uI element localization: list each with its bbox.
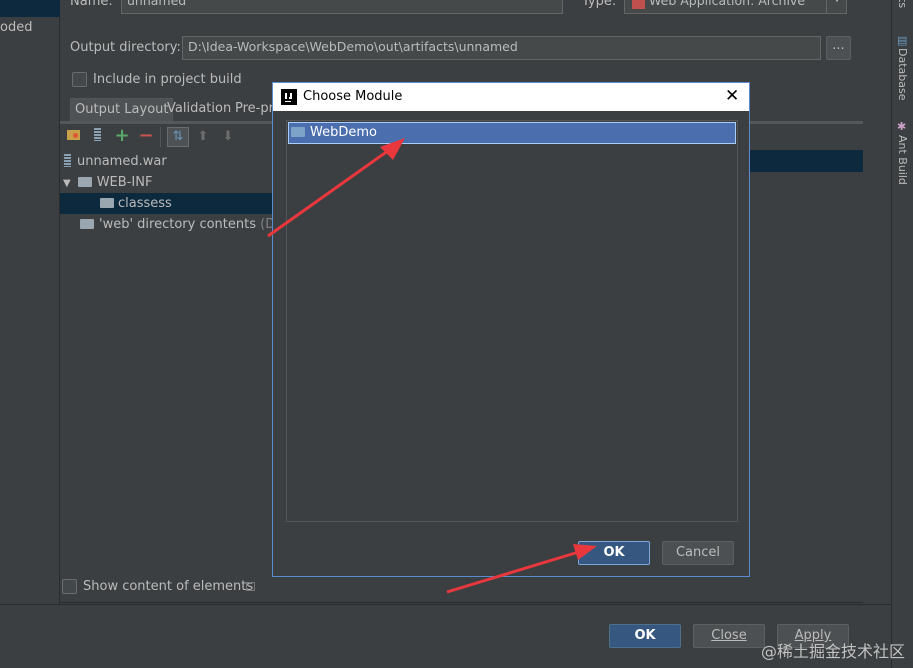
tree-item-label: WEB-INF	[96, 175, 153, 190]
tree-item-web-inf[interactable]: ▼ WEB-INF	[63, 172, 152, 193]
include-build-checkbox[interactable]	[72, 72, 87, 87]
module-label: WebDemo	[310, 125, 377, 140]
ant-build-tool-button[interactable]: Ant Build	[896, 135, 909, 185]
move-up-icon[interactable]: ⬆	[194, 128, 212, 146]
tab-validation[interactable]: Validation	[163, 98, 235, 122]
add-icon[interactable]: +	[113, 127, 131, 145]
tree-item-classes[interactable]: classess	[60, 193, 272, 214]
type-select-value: Web Application: Archive	[649, 0, 806, 8]
output-dir-field[interactable]: D:\Idea-Workspace\WebDemo\out\artifacts\…	[182, 36, 821, 60]
browse-button[interactable]: ...	[826, 36, 851, 60]
toolbar-separator	[160, 127, 161, 147]
archive-icon	[64, 154, 71, 167]
dialog-ok-button[interactable]: OK	[578, 541, 650, 565]
tab-output-layout[interactable]: Output Layout	[70, 98, 174, 122]
ant-icon: ✱	[897, 120, 907, 133]
folder-icon	[100, 198, 114, 208]
new-folder-icon[interactable]	[64, 128, 82, 146]
move-down-icon[interactable]: ⬇	[219, 128, 237, 146]
show-content-label: Show content of elements	[83, 579, 254, 594]
tree-item-label: classess	[118, 196, 172, 211]
web-archive-icon	[632, 0, 645, 9]
intellij-logo-icon	[281, 89, 297, 105]
folder-icon	[80, 219, 94, 229]
show-content-checkbox[interactable]	[62, 579, 77, 594]
watermark: @稀土掘金技术社区	[760, 642, 905, 661]
chevron-down-icon[interactable]: ▼	[826, 0, 847, 14]
close-icon[interactable]: ✕	[725, 86, 739, 106]
right-strip-label[interactable]: ts	[896, 0, 909, 8]
ok-button[interactable]: OK	[609, 624, 681, 648]
left-sidebar-label[interactable]: oded	[0, 20, 32, 35]
name-label: Name:	[70, 0, 113, 9]
module-list[interactable]: WebDemo	[286, 120, 738, 522]
expand-triangle-icon[interactable]: ▼	[63, 178, 71, 189]
left-selected-item[interactable]	[0, 0, 60, 17]
left-sidebar: oded	[0, 0, 60, 604]
tab-pre-processing[interactable]: Pre-pr	[231, 98, 278, 122]
database-tool-button[interactable]: Database	[896, 48, 909, 101]
output-dir-label: Output directory:	[70, 40, 181, 55]
tree-item-web-dir[interactable]: 'web' directory contents (D:\Ic	[80, 214, 295, 235]
show-content-options-icon[interactable]	[246, 582, 255, 591]
type-select[interactable]: Web Application: Archive	[624, 0, 847, 14]
sort-icon[interactable]: ⇅	[167, 127, 189, 147]
close-button[interactable]: Close	[693, 624, 765, 648]
tree-item-war[interactable]: unnamed.war	[64, 151, 167, 172]
dialog-footer: OK Close Apply	[0, 604, 891, 668]
database-icon: ▤	[897, 34, 908, 47]
dialog-cancel-button[interactable]: Cancel	[662, 541, 734, 565]
panel-divider	[60, 602, 863, 603]
right-tool-strip: ts ▤ Database ✱ Ant Build	[891, 0, 913, 668]
include-build-label: Include in project build	[93, 72, 242, 87]
dialog-titlebar[interactable]: Choose Module ✕	[273, 83, 749, 111]
module-list-item[interactable]: WebDemo	[288, 122, 736, 144]
archive-icon[interactable]	[88, 128, 106, 146]
folder-icon	[77, 177, 92, 187]
remove-icon[interactable]: −	[137, 127, 155, 145]
tree-item-label: 'web' directory contents	[99, 217, 256, 232]
module-folder-icon	[291, 127, 305, 137]
type-label: Type:	[582, 0, 617, 9]
name-field[interactable]: unnamed	[121, 0, 563, 14]
choose-module-dialog: Choose Module ✕ WebDemo OK Cancel	[272, 82, 750, 577]
dialog-title: Choose Module	[303, 89, 403, 104]
tree-item-label: unnamed.war	[77, 154, 167, 169]
